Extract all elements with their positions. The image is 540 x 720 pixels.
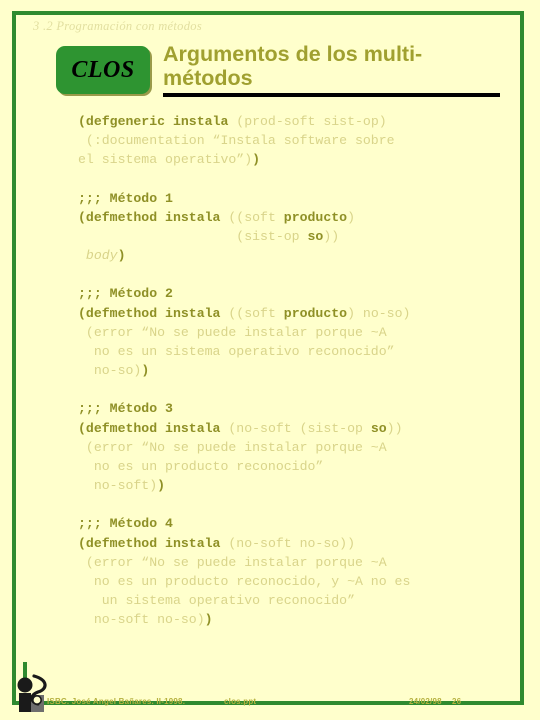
code-span-kw: (defmethod instala	[78, 535, 229, 551]
page-title: Argumentos de los multi-métodos	[163, 42, 423, 90]
code-block-metodo-2: ;;; Método 2 (defmethod instala ((soft pr…	[78, 284, 508, 380]
footer-author: ISBC. José Angel Bañares. II-1998.	[47, 697, 186, 706]
slide-canvas: 3 .2 Programación con métodos CLOS Argum…	[0, 0, 540, 720]
code-span-kw: )	[117, 248, 126, 264]
code-line: (defmethod instala ((soft producto) no-s…	[78, 304, 508, 323]
code-line: ;;; Método 1	[78, 189, 508, 208]
code-span-plain: (error “No se puede instalar porque ~A	[78, 324, 387, 340]
clos-badge-label: CLOS	[71, 56, 135, 83]
code-span-kw: (defmethod instala	[78, 305, 229, 321]
code-span-cm: ;;; Método 1	[78, 190, 173, 206]
code-line: un sistema operativo reconocido”	[78, 591, 508, 610]
code-span-kw: )	[204, 612, 213, 628]
code-line: (defmethod instala (no-soft no-so))	[78, 534, 508, 553]
code-line: (defmethod instala (no-soft (sist-op so)…	[78, 419, 508, 438]
code-span-plain: ((soft	[228, 305, 284, 321]
code-line: no-soft))	[78, 476, 508, 495]
code-line: body)	[78, 246, 508, 265]
code-span-plain: (error “No se puede instalar porque ~A	[78, 554, 387, 570]
code-span-kw: )	[252, 152, 261, 168]
code-line: (sist-op so))	[78, 227, 508, 246]
code-span-plain: ))	[323, 229, 340, 245]
title-underline-rule	[163, 93, 500, 97]
code-line: ;;; Método 4	[78, 514, 508, 533]
code-listing: (defgeneric instala (prod-soft sist-op) …	[78, 112, 508, 630]
code-block-defgeneric: (defgeneric instala (prod-soft sist-op) …	[78, 112, 508, 170]
code-span-plain: (sist-op	[78, 229, 308, 245]
code-block-metodo-1: ;;; Método 1 (defmethod instala ((soft pr…	[78, 189, 508, 266]
code-span-plain: un sistema operativo reconocido”	[78, 593, 355, 609]
code-span-plain: el sistema operativo”)	[78, 152, 253, 168]
code-span-plain: ))	[386, 420, 403, 436]
code-block-gap	[78, 265, 508, 284]
code-span-cm: ;;; Método 2	[78, 286, 173, 302]
code-line: no-so))	[78, 361, 508, 380]
code-line: el sistema operativo”))	[78, 150, 508, 169]
code-line: ;;; Método 3	[78, 399, 508, 418]
code-block-metodo-4: ;;; Método 4 (defmethod instala (no-soft …	[78, 514, 508, 629]
code-span-kw: producto	[283, 305, 348, 321]
code-span-plain: (prod-soft sist-op)	[236, 114, 387, 129]
code-span-plain: (error “No se puede instalar porque ~A	[78, 439, 387, 455]
code-line: ;;; Método 2	[78, 284, 508, 303]
code-span-plain: no es un producto reconocido, y ~A no es	[78, 574, 411, 590]
code-span-plain: ) no-so)	[347, 305, 411, 321]
slide-footer: ISBC. José Angel Bañares. II-1998. clos.…	[0, 694, 540, 712]
code-span-kw: )	[157, 478, 166, 494]
code-span-plain: )	[347, 209, 356, 225]
footer-date: 24/02/98	[409, 697, 442, 706]
code-span-kw: (defmethod instala	[78, 420, 229, 436]
code-block-gap	[78, 495, 508, 514]
code-span-plain: no-so)	[78, 363, 142, 379]
code-line: (error “No se puede instalar porque ~A	[78, 438, 508, 457]
code-span-kw: so	[370, 420, 387, 436]
code-span-cm: ;;; Método 3	[78, 401, 173, 417]
code-block-metodo-3: ;;; Método 3 (defmethod instala (no-soft …	[78, 399, 508, 495]
code-line: no-soft no-so))	[78, 610, 508, 629]
code-line: (defmethod instala ((soft producto)	[78, 208, 508, 227]
code-span-plain: (no-soft no-so))	[228, 535, 355, 551]
code-span-plain: no-soft no-so)	[78, 612, 205, 628]
code-span-kw: so	[307, 229, 324, 245]
code-span-plain: no es un sistema operativo reconocido”	[78, 344, 395, 360]
footer-page-number: 26	[452, 697, 462, 706]
code-span-kw: (defmethod instala	[78, 209, 229, 225]
code-line: (:documentation “Instala software sobre	[78, 131, 508, 150]
code-span-plain: no es un producto reconocido”	[78, 459, 324, 475]
code-block-gap	[78, 170, 508, 189]
code-span-cm: ;;; Método 4	[78, 516, 173, 532]
code-span-plain: (no-soft (sist-op	[228, 420, 371, 436]
code-span-kw: (defgeneric instala	[78, 114, 237, 129]
code-span-plain: no-soft)	[78, 478, 158, 494]
code-line: no es un producto reconocido”	[78, 457, 508, 476]
code-line: (error “No se puede instalar porque ~A	[78, 323, 508, 342]
code-span-plain: (:documentation “Instala software sobre	[78, 133, 395, 149]
code-span-kw: )	[141, 363, 150, 379]
code-line: no es un producto reconocido, y ~A no es	[78, 572, 508, 591]
section-label: 3 .2 Programación con métodos	[33, 19, 202, 33]
code-block-gap	[78, 380, 508, 399]
code-span-it: body	[78, 248, 118, 264]
code-line: (error “No se puede instalar porque ~A	[78, 553, 508, 572]
footer-filename: clos.ppt	[224, 697, 257, 706]
code-line: no es un sistema operativo reconocido”	[78, 342, 508, 361]
code-span-kw: producto	[283, 209, 348, 225]
clos-badge: CLOS	[56, 46, 150, 94]
code-span-plain: ((soft	[228, 209, 284, 225]
code-line: (defgeneric instala (prod-soft sist-op)	[78, 112, 508, 131]
